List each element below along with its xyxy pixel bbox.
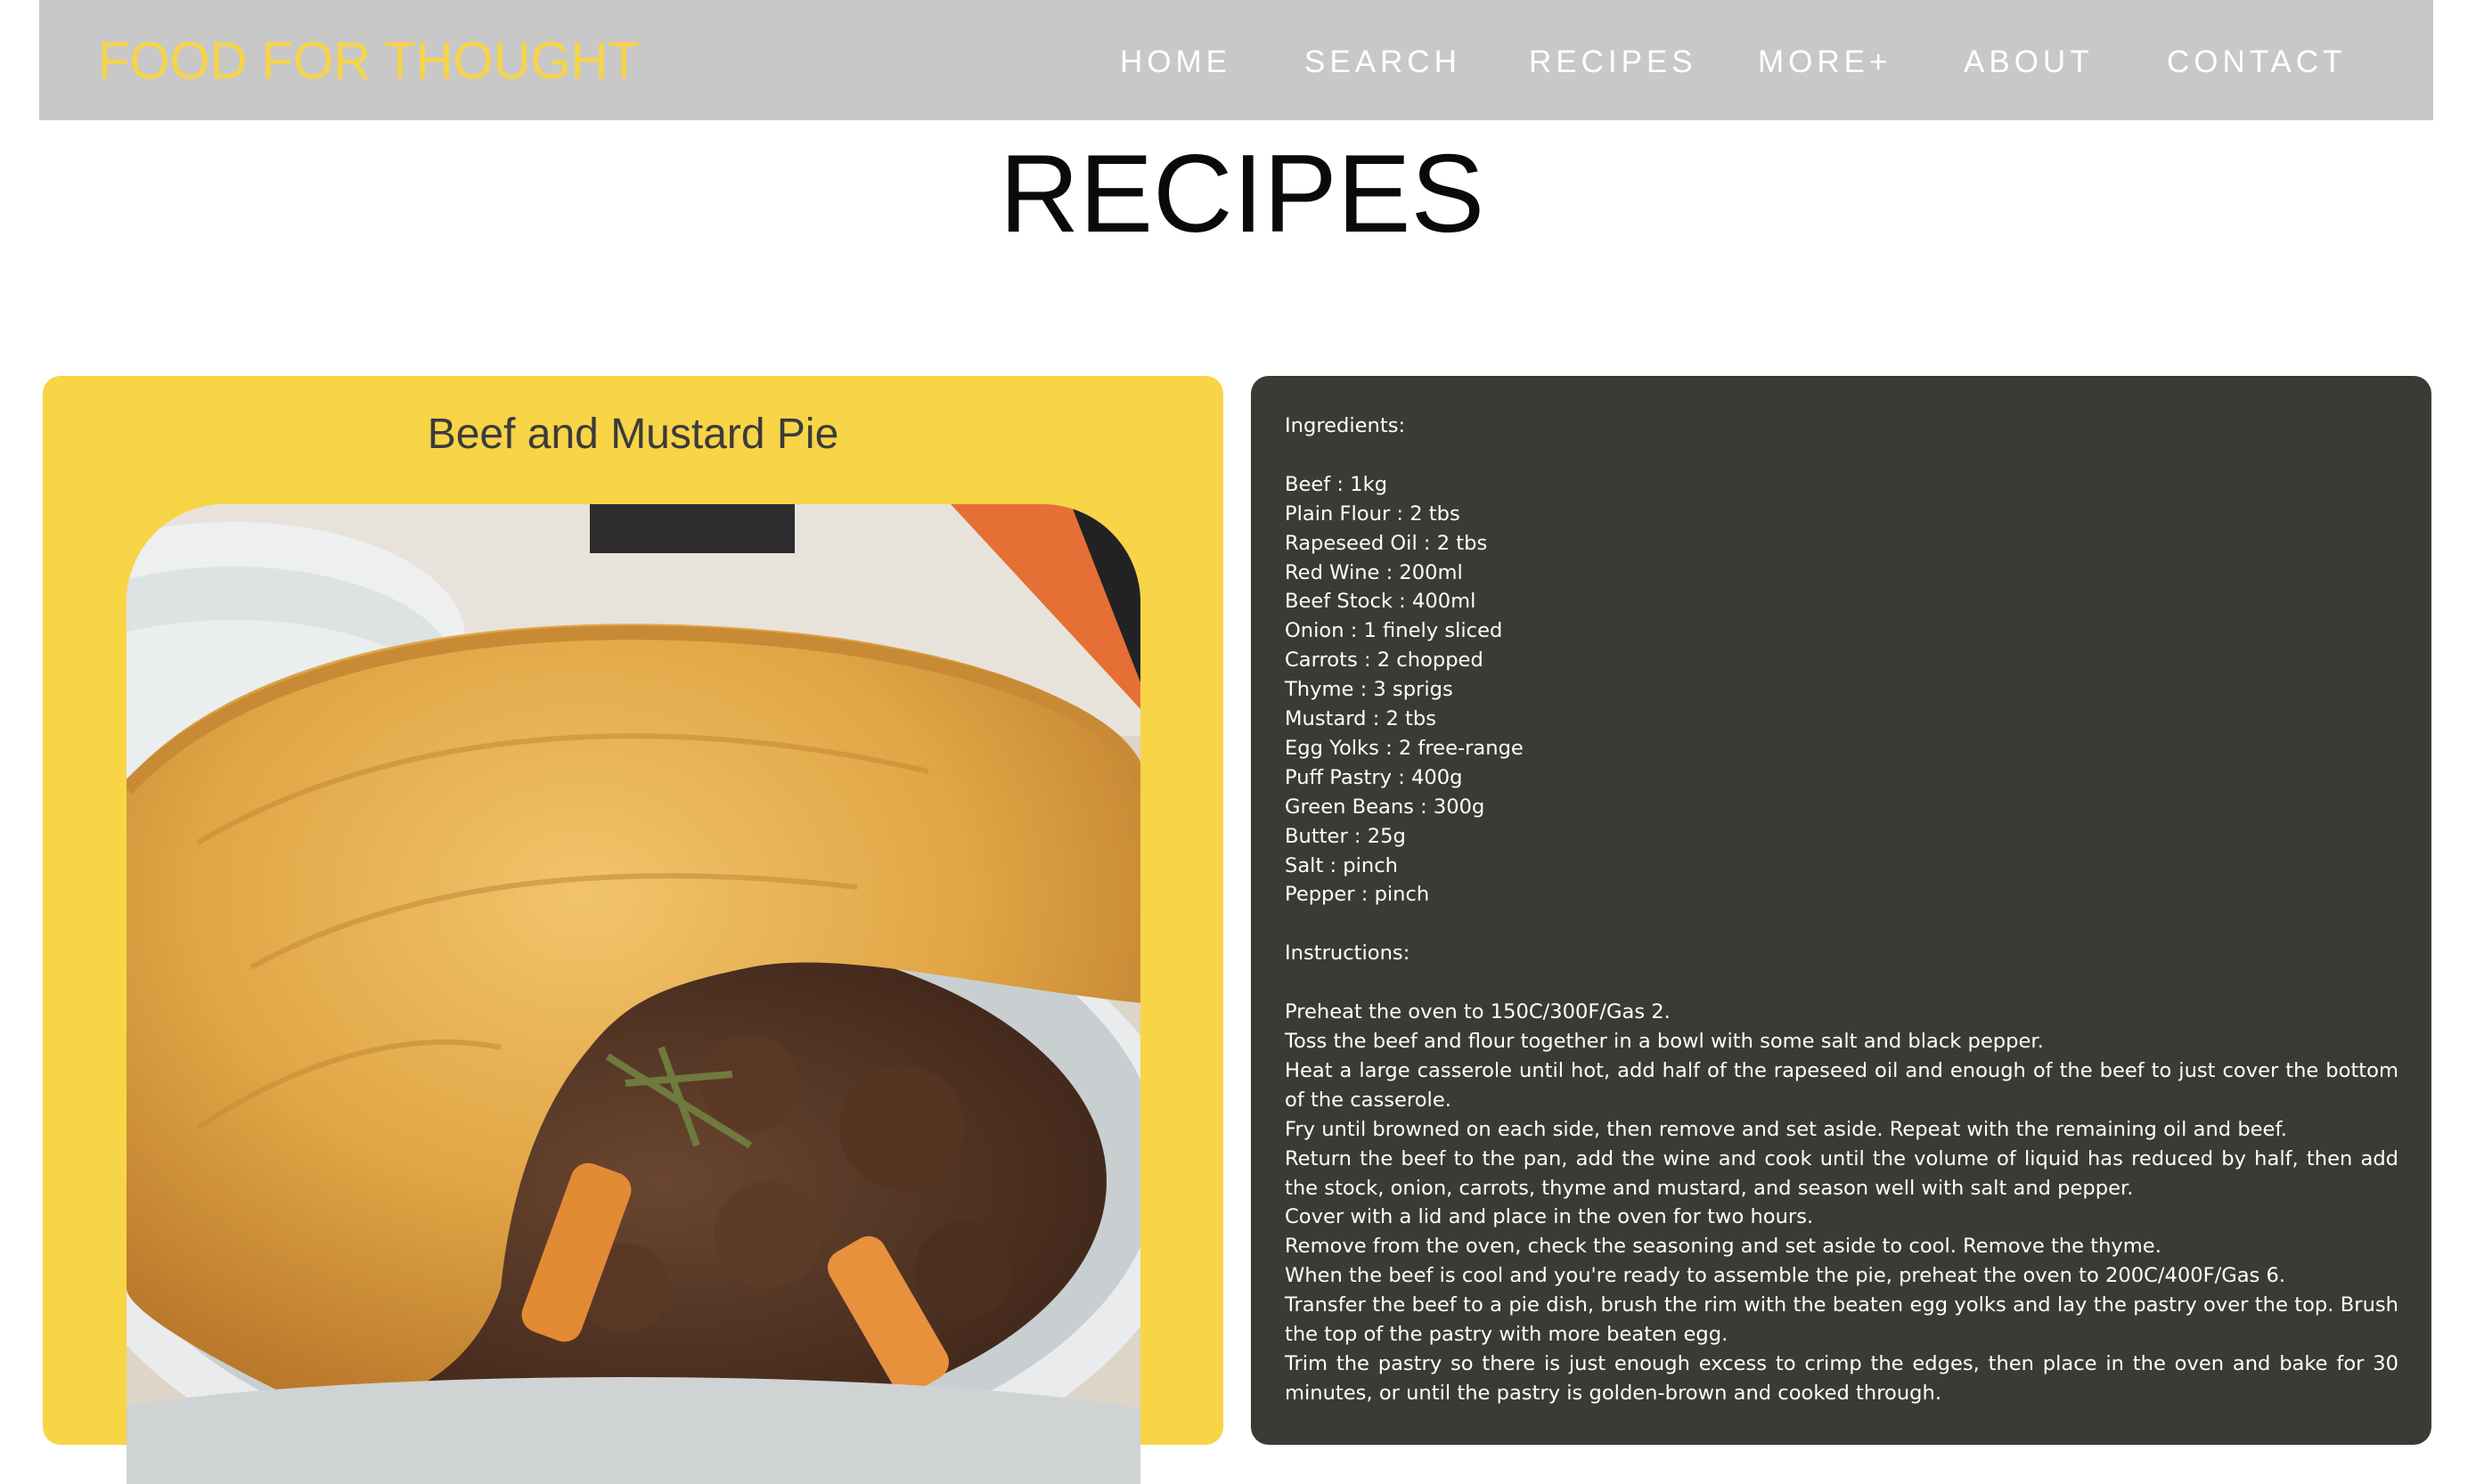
nav-item-more[interactable]: MORE+ <box>1758 41 1892 84</box>
instruction-step: Cover with a lid and place in the oven f… <box>1285 1205 1814 1229</box>
ingredient-item: Pepper : pinch <box>1285 883 1430 907</box>
instruction-step: When the beef is cool and you're ready t… <box>1285 1264 2286 1288</box>
instructions-heading: Instructions: <box>1285 942 1410 966</box>
ingredient-item: Rapeseed Oil : 2 tbs <box>1285 531 1488 555</box>
ingredient-item: Carrots : 2 chopped <box>1285 648 1483 673</box>
nav-item-recipes[interactable]: RECIPES <box>1529 41 1697 84</box>
nav-item-search[interactable]: SEARCH <box>1304 41 1461 84</box>
ingredient-item: Salt : pinch <box>1285 853 1398 877</box>
ingredient-item: Beef : 1kg <box>1285 472 1388 496</box>
ingredient-item: Onion : 1 finely sliced <box>1285 619 1503 643</box>
instruction-step: Remove from the oven, check the seasonin… <box>1285 1235 2161 1259</box>
beef-pie-photo-icon <box>127 504 1140 1484</box>
ingredient-item: Thyme : 3 sprigs <box>1285 678 1453 702</box>
instruction-step: Return the beef to the pan, add the wine… <box>1285 1146 2398 1200</box>
recipe-details-panel: Ingredients: Beef : 1kg Plain Flour : 2 … <box>1251 376 2431 1445</box>
ingredients-heading: Ingredients: <box>1285 414 1406 437</box>
nav-menu: HOME SEARCH RECIPES MORE+ ABOUT CONTACT <box>39 41 2433 84</box>
ingredient-item: Butter : 25g <box>1285 824 1406 848</box>
recipe-card: Beef and Mustard Pie <box>43 376 1223 1484</box>
nav-item-contact[interactable]: CONTACT <box>2167 41 2347 84</box>
top-navbar: FOOD FOR THOUGHT HOME SEARCH RECIPES MOR… <box>39 0 2433 120</box>
ingredient-item: Puff Pastry : 400g <box>1285 765 1463 789</box>
ingredient-item: Beef Stock : 400ml <box>1285 590 1476 614</box>
instruction-step: Preheat the oven to 150C/300F/Gas 2. <box>1285 1000 1671 1024</box>
ingredient-item: Plain Flour : 2 tbs <box>1285 501 1460 526</box>
recipe-photo <box>127 504 1140 1484</box>
ingredient-item: Mustard : 2 tbs <box>1285 707 1437 731</box>
ingredient-item: Green Beans : 300g <box>1285 795 1485 819</box>
ingredient-item: Red Wine : 200ml <box>1285 560 1463 584</box>
instruction-step: Toss the beef and flour together in a bo… <box>1285 1029 2044 1053</box>
recipe-title: Beef and Mustard Pie <box>427 411 839 458</box>
nav-item-about[interactable]: ABOUT <box>1964 41 2094 84</box>
page-title: RECIPES <box>999 133 1485 256</box>
recipe-details-text: Ingredients: Beef : 1kg Plain Flour : 2 … <box>1285 412 2398 1408</box>
nav-item-home[interactable]: HOME <box>1120 41 1231 84</box>
instruction-step: Fry until browned on each side, then rem… <box>1285 1117 2287 1141</box>
instruction-step: Transfer the beef to a pie dish, brush t… <box>1285 1293 2398 1347</box>
ingredient-item: Egg Yolks : 2 free-range <box>1285 736 1524 760</box>
instruction-step: Trim the pastry so there is just enough … <box>1285 1351 2398 1405</box>
instruction-step: Heat a large casserole until hot, add ha… <box>1285 1058 2398 1112</box>
